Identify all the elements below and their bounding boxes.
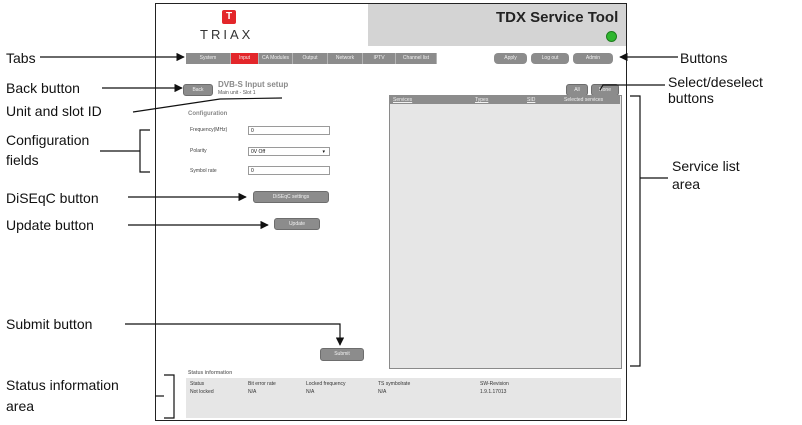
- callout-arrows: [40, 52, 678, 419]
- unit-slot-line: [132, 97, 283, 113]
- status-bracket: [164, 374, 175, 419]
- submit-arrow: [125, 323, 345, 346]
- service-bracket: [630, 95, 641, 367]
- configuration-bracket: [139, 129, 150, 173]
- select-line: [599, 84, 665, 91]
